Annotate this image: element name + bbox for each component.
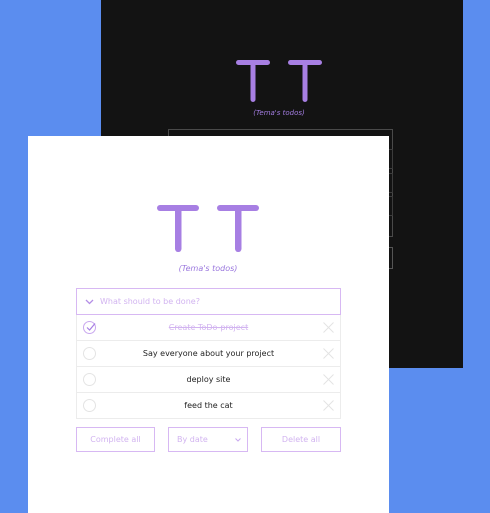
- todo-text[interactable]: Create ToDo-project: [77, 323, 340, 332]
- close-icon[interactable]: [323, 400, 334, 411]
- app-subtitle: (Tema's todos): [178, 264, 238, 273]
- complete-all-button[interactable]: Complete all: [76, 427, 155, 452]
- todo-item: Say everyone about your project: [77, 341, 340, 367]
- chevron-down-icon: [235, 437, 241, 442]
- check-icon: [86, 323, 96, 331]
- close-icon[interactable]: [323, 348, 334, 359]
- sort-select[interactable]: By date: [168, 427, 248, 452]
- todo-item: deploy site: [77, 367, 340, 393]
- delete-all-button[interactable]: Delete all: [261, 427, 341, 452]
- new-todo-field: [76, 288, 341, 315]
- chevron-down-icon[interactable]: [85, 299, 94, 305]
- todo-text[interactable]: deploy site: [77, 375, 340, 384]
- todo-toggle[interactable]: [83, 321, 96, 334]
- todo-text[interactable]: Say everyone about your project: [77, 349, 340, 358]
- todo-text[interactable]: feed the cat: [77, 401, 340, 410]
- todo-item: feed the cat: [77, 393, 340, 419]
- close-icon[interactable]: [323, 374, 334, 385]
- todo-toggle[interactable]: [83, 373, 96, 386]
- new-todo-input[interactable]: [100, 297, 320, 306]
- dark-subtitle: (Tema's todos): [253, 109, 305, 117]
- todo-toggle[interactable]: [83, 399, 96, 412]
- dark-logo: [236, 60, 322, 102]
- sort-select-value: By date: [177, 435, 208, 444]
- todo-item: Create ToDo-project: [77, 315, 340, 341]
- todo-toggle[interactable]: [83, 347, 96, 360]
- close-icon[interactable]: [323, 322, 334, 333]
- app-logo: [157, 205, 259, 252]
- todo-list: Create ToDo-project Say everyone about y…: [76, 315, 341, 419]
